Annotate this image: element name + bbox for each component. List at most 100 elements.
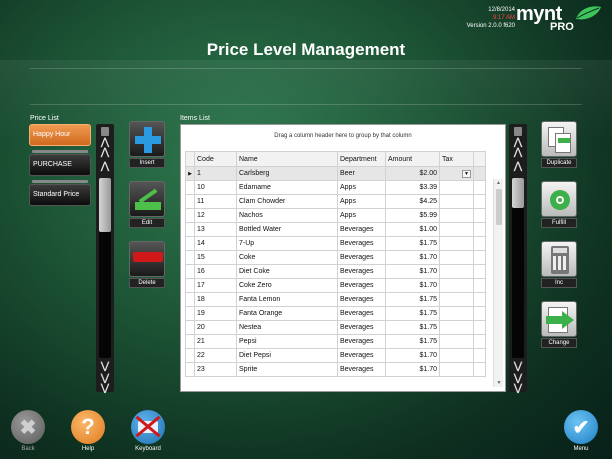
cell-amount[interactable]: $1.75	[385, 292, 440, 307]
cell-department[interactable]: Beverages	[337, 264, 386, 279]
column-header-tax[interactable]: Tax	[439, 151, 474, 167]
cell-name[interactable]: Diet Coke	[236, 264, 338, 279]
delete-button[interactable]: Delete	[129, 241, 165, 288]
cell-amount[interactable]: $5.99	[385, 208, 440, 223]
column-header-department[interactable]: Department	[337, 151, 386, 167]
scroll-top-icon[interactable]: ⋀ ⋀	[96, 138, 114, 158]
price-list-item-standard-price[interactable]: Standard Price	[29, 180, 91, 206]
table-row[interactable]: 21 Pepsi Beverages $1.75	[185, 334, 486, 349]
cell-amount[interactable]: $1.75	[385, 306, 440, 321]
scroll-top-icon[interactable]: ⋀ ⋀	[509, 138, 527, 158]
cell-department[interactable]: Beverages	[337, 348, 386, 363]
cell-name[interactable]: Carlsberg	[236, 166, 338, 181]
cell-tax[interactable]	[439, 180, 474, 195]
scroll-down-icon[interactable]: ⋁	[96, 362, 114, 372]
menu-button[interactable]: ✔ Menu	[561, 410, 601, 452]
cell-amount[interactable]: $3.39	[385, 180, 440, 195]
cell-department[interactable]: Apps	[337, 208, 386, 223]
table-row[interactable]: 22 Diet Pepsi Beverages $1.70	[185, 348, 486, 363]
cell-code[interactable]: 22	[194, 348, 237, 363]
cell-amount[interactable]: $4.25	[385, 194, 440, 209]
cell-tax[interactable]	[439, 250, 474, 265]
cell-tax[interactable]	[439, 236, 474, 251]
cell-tax[interactable]	[439, 292, 474, 307]
cell-name[interactable]: Fanta Lemon	[236, 292, 338, 307]
cell-amount[interactable]: $1.75	[385, 236, 440, 251]
scroll-bottom-icon[interactable]: ⋁ ⋁	[509, 374, 527, 394]
cell-department[interactable]: Beverages	[337, 236, 386, 251]
scroll-up-icon[interactable]: ⋀	[96, 162, 114, 172]
cell-tax[interactable]	[439, 208, 474, 223]
cell-tax[interactable]	[439, 278, 474, 293]
back-button[interactable]: ✖ Back	[8, 410, 48, 452]
table-row[interactable]: 16 Diet Coke Beverages $1.70	[185, 264, 486, 279]
cell-tax[interactable]	[439, 306, 474, 321]
price-list-scrollbar[interactable]: ⋀ ⋀ ⋀ ⋁ ⋁ ⋁	[96, 124, 114, 394]
cell-tax[interactable]	[439, 320, 474, 335]
cell-department[interactable]: Beverages	[337, 250, 386, 265]
insert-button[interactable]: Insert	[129, 121, 165, 168]
scroll-thumb[interactable]	[512, 178, 524, 208]
cell-amount[interactable]: $1.00	[385, 222, 440, 237]
cell-tax[interactable]	[439, 194, 474, 209]
grid-scroll-up-icon[interactable]: ▲	[494, 179, 503, 187]
cell-code[interactable]: 10	[194, 180, 237, 195]
table-row[interactable]: 14 7-Up Beverages $1.75	[185, 236, 486, 251]
cell-department[interactable]: Beverages	[337, 278, 386, 293]
cell-amount[interactable]: $1.70	[385, 264, 440, 279]
cell-name[interactable]: Edamame	[236, 180, 338, 195]
table-row[interactable]: 11 Clam Chowder Apps $4.25	[185, 194, 486, 209]
cell-tax[interactable]	[439, 348, 474, 363]
cell-name[interactable]: Diet Pepsi	[236, 348, 338, 363]
cell-tax[interactable]	[439, 264, 474, 279]
price-list-item-happy-hour[interactable]: Happy Hour	[29, 124, 91, 146]
cell-department[interactable]: Beverages	[337, 222, 386, 237]
cell-name[interactable]: Nachos	[236, 208, 338, 223]
cell-name[interactable]: 7-Up	[236, 236, 338, 251]
cell-name[interactable]: Pepsi	[236, 334, 338, 349]
table-row[interactable]: 18 Fanta Lemon Beverages $1.75	[185, 292, 486, 307]
scroll-down-icon[interactable]: ⋁	[509, 362, 527, 372]
cell-name[interactable]: Sprite	[236, 362, 338, 377]
group-by-panel[interactable]: Drag a column header here to group by th…	[181, 125, 505, 147]
cell-department[interactable]: Apps	[337, 180, 386, 195]
cell-department[interactable]: Beverages	[337, 334, 386, 349]
cell-amount[interactable]: $1.70	[385, 362, 440, 377]
duplicate-button[interactable]: Duplicate	[541, 121, 577, 168]
help-button[interactable]: ? Help	[68, 410, 108, 452]
cell-tax[interactable]	[439, 222, 474, 237]
cell-code[interactable]: 21	[194, 334, 237, 349]
cell-code[interactable]: 14	[194, 236, 237, 251]
edit-button[interactable]: Edit	[129, 181, 165, 228]
table-row[interactable]: 10 Edamame Apps $3.39	[185, 180, 486, 195]
cell-amount[interactable]: $1.75	[385, 334, 440, 349]
grid-scroll-down-icon[interactable]: ▼	[494, 379, 504, 387]
cell-code[interactable]: 1	[194, 166, 237, 181]
cell-amount[interactable]: $1.70	[385, 250, 440, 265]
cell-name[interactable]: Nestea	[236, 320, 338, 335]
cell-code[interactable]: 11	[194, 194, 237, 209]
table-row[interactable]: 19 Fanta Orange Beverages $1.75	[185, 306, 486, 321]
cell-code[interactable]: 23	[194, 362, 237, 377]
cell-name[interactable]: Coke	[236, 250, 338, 265]
cell-amount[interactable]: $2.00	[385, 166, 440, 181]
cell-code[interactable]: 13	[194, 222, 237, 237]
tax-dropdown-icon[interactable]: ▼	[462, 169, 471, 178]
cell-amount[interactable]: $1.70	[385, 278, 440, 293]
items-list-scrollbar[interactable]: ⋀ ⋀ ⋀ ⋁ ⋁ ⋁	[509, 124, 527, 394]
inc-button[interactable]: Inc	[541, 241, 577, 288]
cell-amount[interactable]: $1.70	[385, 348, 440, 363]
grid-scroll-thumb[interactable]	[496, 189, 502, 225]
cell-code[interactable]: 16	[194, 264, 237, 279]
column-header-name[interactable]: Name	[236, 151, 338, 167]
fulfill-button[interactable]: Fulfill	[541, 181, 577, 228]
table-row[interactable]: 13 Bottled Water Beverages $1.00	[185, 222, 486, 237]
cell-code[interactable]: 18	[194, 292, 237, 307]
cell-tax[interactable]: ▼	[439, 166, 474, 181]
cell-name[interactable]: Fanta Orange	[236, 306, 338, 321]
cell-code[interactable]: 17	[194, 278, 237, 293]
cell-department[interactable]: Beverages	[337, 362, 386, 377]
cell-code[interactable]: 19	[194, 306, 237, 321]
cell-tax[interactable]	[439, 362, 474, 377]
cell-name[interactable]: Clam Chowder	[236, 194, 338, 209]
